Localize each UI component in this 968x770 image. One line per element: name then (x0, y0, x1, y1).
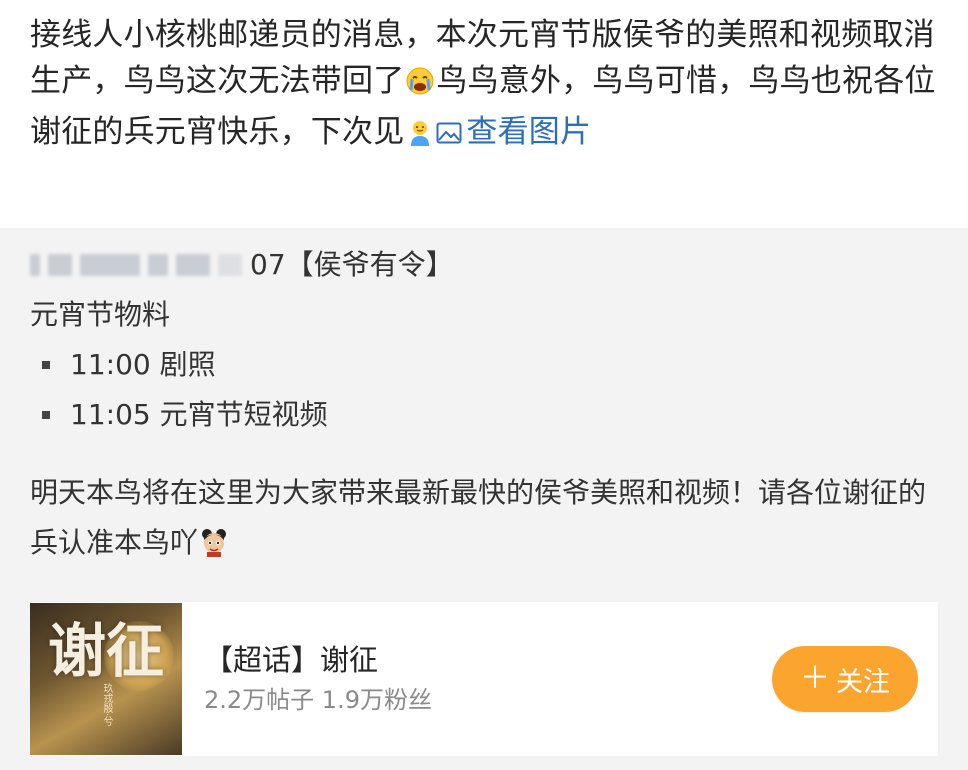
weibo-post-screen: 接线人小核桃邮递员的消息，本次元宵节版侯爷的美照和视频取消生产，鸟鸟这次无法带回… (0, 0, 968, 770)
schedule-list: 11:00 剧照 11:05 元宵节短视频 (30, 340, 938, 440)
image-icon (436, 111, 462, 144)
follow-button-label: 关注 (836, 666, 890, 698)
blur-mark (80, 254, 140, 276)
post-body: 接线人小核桃邮递员的消息，本次元宵节版侯爷的美照和视频取消生产，鸟鸟这次无法带回… (0, 0, 968, 228)
plus-icon: ＋ (800, 661, 830, 696)
waving-person-icon (405, 114, 435, 160)
quoted-post-header: 07 【侯爷有令】 (30, 240, 938, 290)
schedule-item: 11:00 剧照 (30, 340, 938, 390)
crying-face-icon (405, 63, 435, 109)
quote-heading: 元宵节物料 (30, 298, 171, 331)
blurred-author-handle[interactable] (30, 250, 250, 280)
blur-mark (30, 254, 40, 276)
cartoon-boy-icon (199, 523, 229, 573)
quote-tag: 【侯爷有令】 (285, 248, 454, 281)
author-handle-suffix[interactable]: 07 (250, 240, 286, 290)
view-image-label: 查看图片 (466, 114, 592, 150)
post-text: 接线人小核桃邮递员的消息，本次元宵节版侯爷的美照和视频取消生产，鸟鸟这次无法带回… (30, 12, 938, 160)
supertopic-info: 【超话】谢征 2.2万帖子 1.9万粉丝 (182, 640, 772, 718)
schedule-item: 11:05 元宵节短视频 (30, 390, 938, 440)
view-image-link[interactable]: 查看图片 (436, 114, 591, 150)
supertopic-stats: 2.2万帖子 1.9万粉丝 (204, 686, 432, 714)
quoted-post-text: 07 【侯爷有令】 元宵节物料 11:00 剧照 11:05 元宵节短视频 明天本… (30, 240, 938, 573)
quote-body: 明天本鸟将在这里为大家带来最新最快的侯爷美照和视频！请各位谢征的兵认准本鸟吖 (30, 468, 938, 573)
blur-mark (148, 254, 168, 276)
supertopic-title[interactable]: 【超话】谢征 (204, 640, 772, 680)
blur-mark (48, 254, 72, 276)
follow-button[interactable]: ＋ 关注 (772, 646, 918, 712)
supertopic-card[interactable]: 谢征 玖戎殷·兮 【超话】谢征 2.2万帖子 1.9万粉丝 ＋ 关注 (30, 602, 938, 756)
cover-calligraphy: 谢征 (48, 617, 165, 685)
blur-mark (176, 254, 210, 276)
quote-body-text: 明天本鸟将在这里为大家带来最新最快的侯爷美照和视频！请各位谢征的兵认准本鸟吖 (30, 476, 927, 559)
blur-mark (218, 254, 242, 276)
supertopic-cover-image[interactable]: 谢征 玖戎殷·兮 (30, 603, 182, 755)
cover-subtext: 玖戎殷·兮 (101, 683, 112, 727)
